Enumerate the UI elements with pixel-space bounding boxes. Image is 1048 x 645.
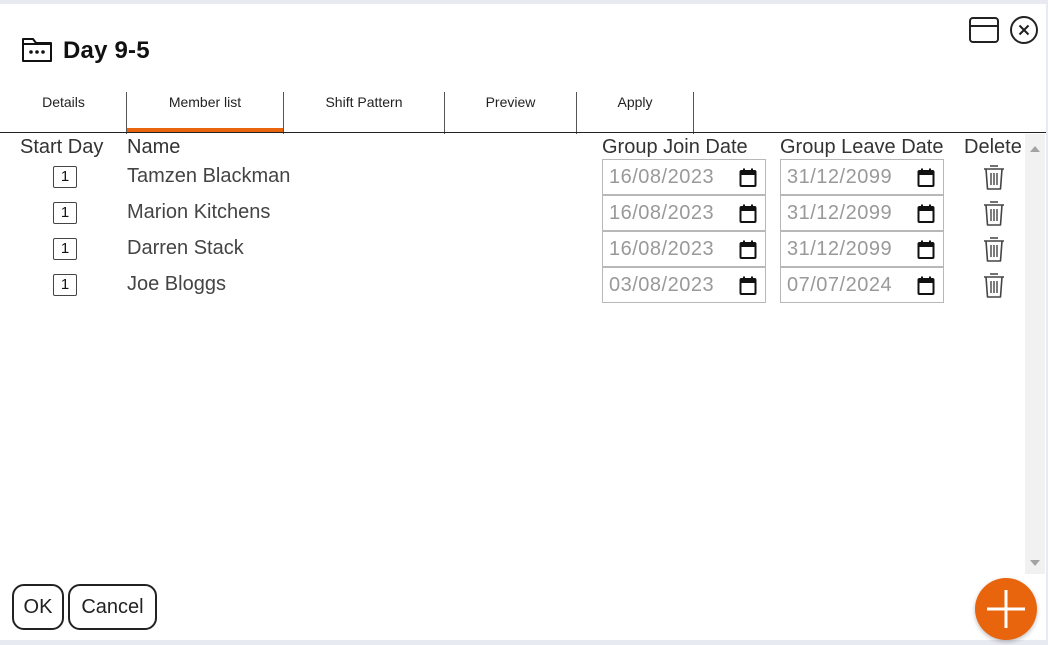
cancel-button[interactable]: Cancel [68,584,157,630]
folder-icon [22,38,52,62]
leave-date-field[interactable]: 31/12/2099 [780,159,944,195]
column-header-delete: Delete [964,136,1022,158]
join-date-field[interactable]: 16/08/2023 [602,159,766,195]
scroll-up-arrow-icon[interactable] [1030,146,1040,152]
leave-date-value: 31/12/2099 [787,166,893,188]
table-row: 1 Darren Stack 16/08/2023 31/12/2099 [0,231,1024,267]
tab-shift-pattern[interactable]: Shift Pattern [284,86,444,132]
calendar-icon[interactable] [739,240,757,260]
start-day-field[interactable]: 1 [53,238,77,260]
join-date-value: 16/08/2023 [609,166,715,188]
calendar-icon[interactable] [917,168,935,188]
leave-date-value: 31/12/2099 [787,202,893,224]
tab-details[interactable]: Details [0,86,127,132]
trash-icon[interactable] [982,163,1006,191]
add-member-button[interactable] [975,578,1037,640]
vertical-scrollbar[interactable] [1025,134,1045,574]
join-date-value: 16/08/2023 [609,202,715,224]
join-date-value: 03/08/2023 [609,274,715,296]
join-date-field[interactable]: 03/08/2023 [602,267,766,303]
dialog: Day 9-5 Details Member list Shift Patter… [0,4,1046,640]
trash-icon[interactable] [982,199,1006,227]
leave-date-field[interactable]: 07/07/2024 [780,267,944,303]
leave-date-field[interactable]: 31/12/2099 [780,195,944,231]
leave-date-value: 07/07/2024 [787,274,893,296]
calendar-icon[interactable] [917,240,935,260]
close-icon[interactable] [1008,14,1040,46]
table-row: 1 Tamzen Blackman 16/08/2023 31/12/2099 [0,159,1024,195]
scroll-down-arrow-icon[interactable] [1030,560,1040,566]
tab-member-list[interactable]: Member list [127,86,283,132]
tab-apply[interactable]: Apply [577,86,693,132]
column-header-name: Name [127,136,181,158]
ok-button[interactable]: OK [12,584,64,630]
member-name: Darren Stack [127,237,244,259]
maximize-icon[interactable] [968,14,1000,46]
trash-icon[interactable] [982,271,1006,299]
calendar-icon[interactable] [917,276,935,296]
table-row: 1 Marion Kitchens 16/08/2023 31/12/2099 [0,195,1024,231]
tab-bar: Details Member list Shift Pattern Previe… [0,86,700,134]
column-header-join-date: Group Join Date [602,136,748,158]
column-header-start-day: Start Day [20,136,104,158]
table-row: 1 Joe Bloggs 03/08/2023 07/07/2024 [0,267,1024,303]
calendar-icon[interactable] [739,204,757,224]
tab-bar-underline [0,132,1046,133]
calendar-icon[interactable] [739,276,757,296]
column-header-leave-date: Group Leave Date [780,136,944,158]
start-day-field[interactable]: 1 [53,202,77,224]
join-date-value: 16/08/2023 [609,238,715,260]
plus-icon [987,590,1025,628]
member-name: Tamzen Blackman [127,165,291,187]
join-date-field[interactable]: 16/08/2023 [602,195,766,231]
member-name: Joe Bloggs [127,273,226,295]
member-name: Marion Kitchens [127,201,271,223]
start-day-field[interactable]: 1 [53,274,77,296]
calendar-icon[interactable] [739,168,757,188]
dialog-title: Day 9-5 [63,37,150,64]
calendar-icon[interactable] [917,204,935,224]
leave-date-value: 31/12/2099 [787,238,893,260]
start-day-field[interactable]: 1 [53,166,77,188]
leave-date-field[interactable]: 31/12/2099 [780,231,944,267]
tab-divider [693,92,694,134]
tab-preview[interactable]: Preview [445,86,576,132]
join-date-field[interactable]: 16/08/2023 [602,231,766,267]
trash-icon[interactable] [982,235,1006,263]
